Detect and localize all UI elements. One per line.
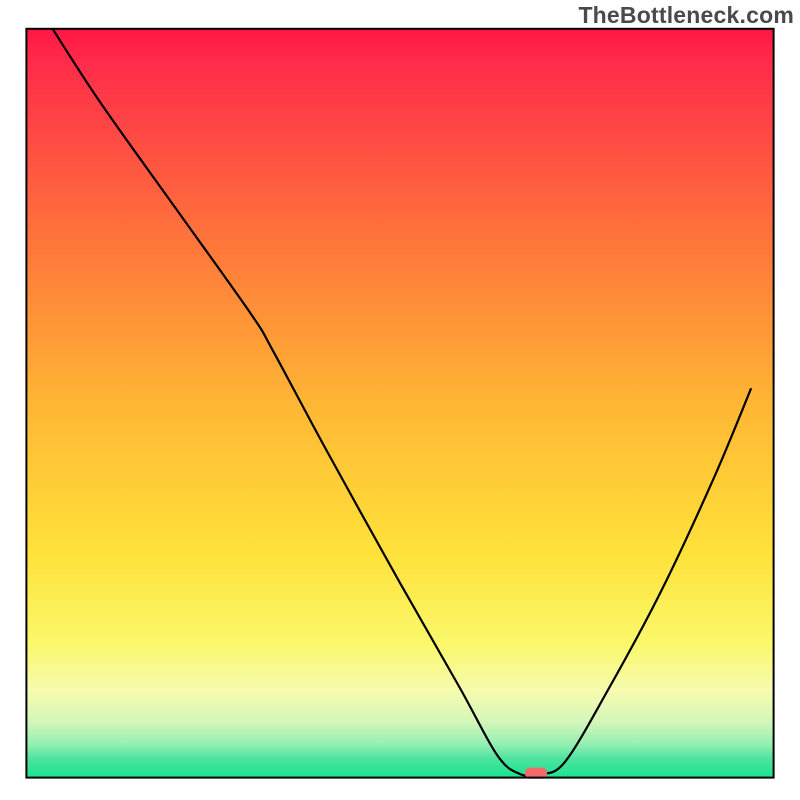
bottleneck-chart [0, 0, 800, 800]
gradient-background [26, 29, 773, 778]
watermark-label: TheBottleneck.com [578, 2, 794, 29]
chart-container: TheBottleneck.com [0, 0, 800, 800]
